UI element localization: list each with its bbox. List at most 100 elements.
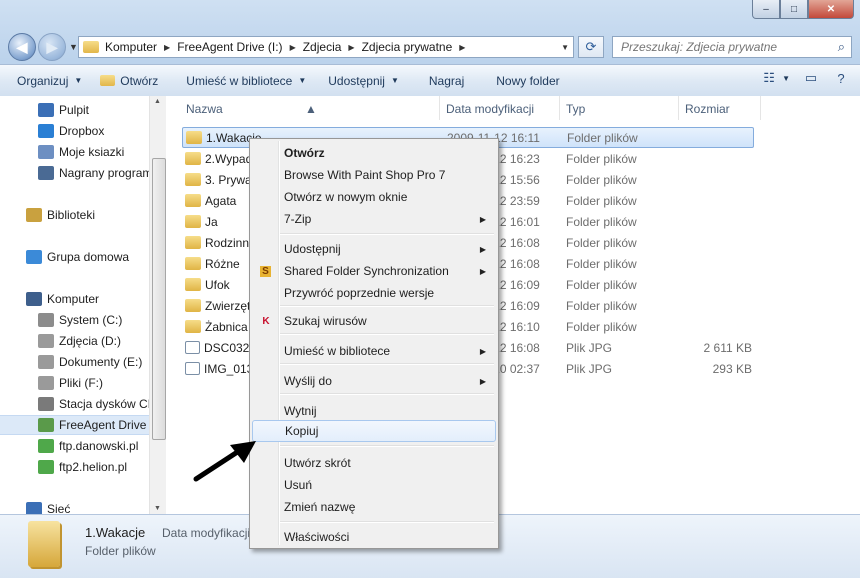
context-menu-item[interactable]: Wyślij do ▶ [252,370,496,392]
chevron-right-icon[interactable]: ▶ [164,43,170,52]
details-type: Folder plików [85,544,156,558]
sidebar-item[interactable]: Zdjęcia (D:) [38,331,121,351]
context-menu-item[interactable]: Umieść w bibliotece ▶ [252,340,496,362]
change-view-icon[interactable]: ☷ [760,69,778,87]
context-menu-item[interactable]: Zmień nazwę [252,496,496,518]
context-menu-label: Wytnij [284,404,317,418]
sidebar-item[interactable]: System (C:) [38,310,122,330]
sidebar-item[interactable]: Stacja dysków CD [38,394,150,414]
column-divider[interactable] [760,96,761,120]
help-icon[interactable]: ? [832,69,850,87]
navigation-pane: Pulpit Dropbox Moje ksiazki Nagrany program… [0,96,150,514]
sidebar-item-label: Komputer [47,292,100,306]
column-divider[interactable] [559,96,560,120]
search-box[interactable]: ⌕ [612,36,852,58]
chevron-right-icon[interactable]: ▶ [459,43,465,52]
search-icon[interactable]: ⌕ [838,39,845,55]
file-type: Plik JPG [566,361,613,376]
address-bar[interactable]: Komputer ▶ FreeAgent Drive (I:) ▶ Zdjecia ▶… [78,36,574,58]
file-type: Folder plików [567,130,638,145]
preview-pane-icon[interactable]: ▭ [802,69,820,87]
context-menu-item[interactable]: S Shared Folder Synchronization ▶ [252,260,496,282]
new-folder-label: Nowy folder [496,73,560,88]
column-size[interactable]: Rozmiar [685,102,730,116]
sidebar-item[interactable]: ftp2.helion.pl [38,457,127,477]
chevron-right-icon[interactable]: ▶ [348,43,354,52]
breadcrumb-item[interactable]: Zdjecia [303,40,342,54]
search-input[interactable] [619,39,829,55]
organize-button[interactable]: Organizuj ▼ [8,69,91,93]
context-menu-label: Otwórz w nowym oknie [284,190,408,204]
context-menu-label: Przywróć poprzednie wersje [284,286,435,300]
column-divider[interactable] [439,96,440,120]
share-button[interactable]: Udostępnij ▼ [319,69,408,93]
context-menu-item[interactable]: Przywróć poprzednie wersje [252,282,496,304]
sidebar-item[interactable]: Moje ksiazki [38,142,124,162]
folder-icon [185,194,201,207]
dropbox-icon [38,124,54,138]
libraries-icon [26,208,42,222]
context-menu-item[interactable]: Kopiuj [252,420,496,442]
sidebar-item-label: Pulpit [59,103,90,117]
chevron-right-icon[interactable]: ▶ [290,43,296,52]
sort-indicator-icon: ▲ [305,102,317,116]
sidebar-item[interactable]: Biblioteki [26,205,95,225]
context-menu-item[interactable]: Utwórz skrót [252,452,496,474]
sidebar-item[interactable]: FreeAgent Drive (I:) [0,415,150,435]
file-type: Folder plików [566,319,637,334]
context-menu-item[interactable]: Właściwości [252,526,496,548]
sidebar-item[interactable]: Dokumenty (E:) [38,352,142,372]
file-type: Folder plików [566,277,637,292]
breadcrumb-item[interactable]: Komputer [105,40,157,54]
menu-separator [280,521,494,523]
scrollbar-thumb[interactable] [152,158,166,440]
submenu-arrow-icon: ▶ [479,346,486,356]
sidebar-item[interactable]: Nagrany program TV [38,163,150,183]
context-menu-item[interactable]: Wytnij [252,400,496,422]
sidebar-item[interactable]: ftp.danowski.pl [38,436,138,456]
context-menu-item[interactable]: Otwórz [252,142,496,164]
address-history-chevron-down-icon[interactable]: ▼ [561,43,569,52]
context-menu-item[interactable]: Udostępnij ▶ [252,238,496,260]
maximize-button[interactable]: □ [780,0,808,19]
scroll-up-icon[interactable]: ▲ [154,98,161,105]
sidebar-item[interactable]: Komputer [26,289,99,309]
burn-button[interactable]: Nagraj [420,69,473,93]
include-in-library-button[interactable]: Umieść w bibliotece ▼ [177,69,315,93]
sidebar-item-label: Dropbox [59,124,105,138]
breadcrumb-item[interactable]: FreeAgent Drive (I:) [177,40,282,54]
sidebar-item[interactable]: Pulpit [38,100,89,120]
minimize-button[interactable]: – [752,0,780,19]
column-date[interactable]: Data modyfikacji [446,102,534,116]
chevron-down-icon: ▼ [298,76,307,85]
menu-separator [280,445,494,447]
recent-pages-chevron-down-icon[interactable]: ▼ [69,42,78,52]
file-type: Folder plików [566,235,637,250]
sidebar-item[interactable]: Dropbox [38,121,104,141]
context-menu-label: Umieść w bibliotece [284,344,391,358]
sidebar-item[interactable]: Pliki (F:) [38,373,103,393]
context-menu-item[interactable]: Usuń [252,474,496,496]
scroll-down-icon[interactable]: ▼ [154,505,161,512]
refresh-button[interactable]: ⟳ [578,36,604,58]
context-menu-item[interactable]: 7-Zip ▶ [252,208,496,230]
context-menu-item[interactable]: Otwórz w nowym oknie [252,186,496,208]
navigation-scrollbar[interactable]: ▲ ▼ [149,96,166,514]
sidebar-item[interactable]: Grupa domowa [26,247,129,267]
chevron-down-icon[interactable]: ▼ [782,74,790,83]
open-button[interactable]: Otwórz [91,69,167,93]
column-divider[interactable] [678,96,679,120]
back-button[interactable]: ◀ [8,33,36,61]
breadcrumb-item[interactable]: Zdjecia prywatne [362,40,453,54]
sidebar-item[interactable]: Sieć [26,499,70,514]
network-folder-icon [38,460,54,474]
column-name[interactable]: Nazwa [186,102,223,116]
forward-button[interactable]: ▶ [38,33,66,61]
context-menu-item[interactable]: K Szukaj wirusów [252,310,496,332]
close-button[interactable]: ✕ [808,0,854,19]
column-type[interactable]: Typ [566,102,585,116]
command-bar: Organizuj ▼ Otwórz Umieść w bibliotece ▼ U… [0,64,860,97]
file-type: Folder plików [566,151,637,166]
new-folder-button[interactable]: Nowy folder [487,69,568,93]
context-menu-item[interactable]: Browse With Paint Shop Pro 7 [252,164,496,186]
